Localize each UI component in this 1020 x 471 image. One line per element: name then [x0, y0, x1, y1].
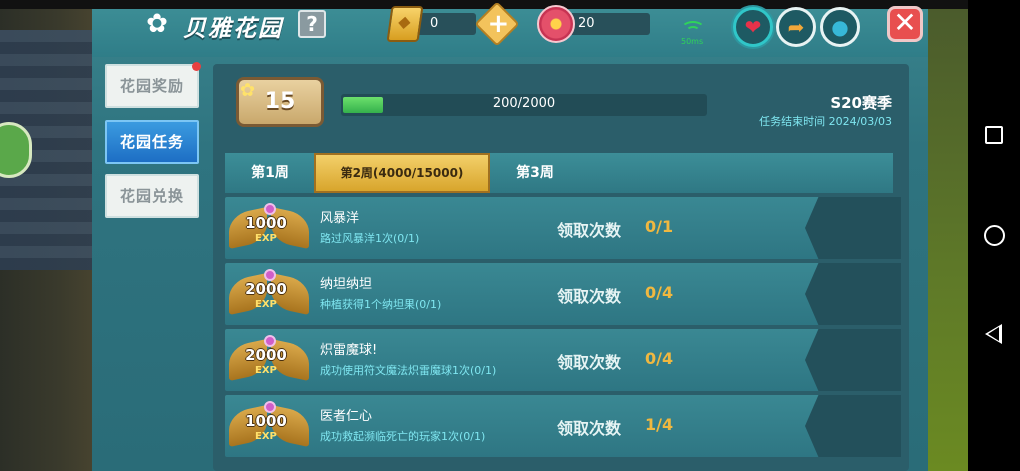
exp-value: 1000 — [245, 214, 287, 232]
ping-label: 50ms — [681, 37, 704, 46]
task-row[interactable]: 2000 EXP 纳坦纳坦 种植获得1个纳坦果(0/1) 领取次数 0/4 — [225, 263, 901, 325]
side-nav-label: 花园任务 — [119, 133, 184, 151]
side-nav-label: 花园奖励 — [119, 77, 184, 95]
week-tabs: 第1周 第2周(4000/15000) 第3周 — [225, 153, 893, 193]
exp-tag: EXP — [255, 299, 277, 310]
claim-label: 领取次数 — [557, 353, 622, 372]
task-desc: 成功使用符文魔法炽雷魔球1次(0/1) — [320, 364, 497, 377]
side-nav-garden-reward[interactable]: 花园奖励 — [105, 62, 201, 108]
claim-count: 1/4 — [645, 415, 674, 434]
exp-tag: EXP — [255, 365, 277, 376]
gem-count: 20 — [578, 16, 595, 31]
flower-icon: ✿ — [240, 80, 256, 101]
page-title: 贝雅花园 — [183, 16, 283, 42]
close-button[interactable]: ✕ — [887, 6, 923, 42]
task-row[interactable]: 2000 EXP 炽雷魔球! 成功使用符文魔法炽雷魔球1次(0/1) 领取次数 … — [225, 329, 901, 391]
heart-button[interactable]: ❤ — [733, 7, 773, 47]
recents-button[interactable] — [985, 126, 1003, 144]
tab-week-1[interactable]: 第1周 — [235, 153, 305, 193]
season-title: S20赛季 — [830, 94, 892, 112]
progress-bar: 200/2000 — [341, 94, 707, 116]
tab-week-2[interactable]: 第2周(4000/15000) — [314, 153, 490, 193]
task-name: 医者仁心 — [320, 409, 373, 424]
gold-count: 0 — [430, 16, 439, 31]
task-name: 风暴洋 — [320, 211, 360, 226]
gold-ticket-icon — [386, 6, 424, 42]
progress-text: 200/2000 — [492, 96, 556, 111]
exp-tag: EXP — [255, 431, 277, 442]
task-row[interactable]: 1000 EXP 医者仁心 成功救起濒临死亡的玩家1次(0/1) 领取次数 1/… — [225, 395, 901, 457]
plus-icon: + — [487, 8, 510, 39]
side-nav-garden-exchange[interactable]: 花园兑换 — [105, 174, 199, 218]
task-desc: 路过风暴洋1次(0/1) — [320, 232, 420, 245]
task-name: 炽雷魔球! — [320, 343, 378, 358]
season-end-time: 任务结束时间 2024/03/03 — [759, 115, 892, 128]
drop-button[interactable]: ● — [820, 7, 860, 47]
claim-label: 领取次数 — [557, 221, 622, 240]
task-row[interactable]: 1000 EXP 风暴洋 路过风暴洋1次(0/1) 领取次数 0/1 — [225, 197, 901, 259]
flower-icon: ✿ — [146, 9, 168, 39]
drop-icon: ● — [831, 15, 849, 39]
side-nav-label: 花园兑换 — [119, 187, 184, 205]
task-desc: 种植获得1个纳坦果(0/1) — [320, 298, 442, 311]
home-button[interactable] — [984, 225, 1005, 246]
exp-value: 2000 — [245, 346, 287, 364]
claim-label: 领取次数 — [557, 287, 622, 306]
flower-gem-icon — [537, 5, 575, 43]
exp-tag: EXP — [255, 233, 277, 244]
status-bar — [0, 0, 968, 9]
close-icon: ✕ — [893, 6, 917, 39]
wifi-icon — [681, 21, 705, 37]
heart-icon: ❤ — [744, 15, 762, 39]
task-name: 纳坦纳坦 — [320, 277, 373, 292]
claim-label: 领取次数 — [557, 419, 622, 438]
side-nav-garden-task[interactable]: 花园任务 — [105, 120, 199, 164]
back-button[interactable] — [985, 324, 1002, 344]
scene-left — [0, 0, 100, 471]
claim-count: 0/4 — [645, 283, 674, 302]
help-button[interactable]: ? — [298, 10, 326, 38]
arrow-icon: ➦ — [787, 15, 805, 39]
task-desc: 成功救起濒临死亡的玩家1次(0/1) — [320, 430, 486, 443]
exp-value: 2000 — [245, 280, 287, 298]
tab-week-3[interactable]: 第3周 — [500, 153, 570, 193]
exp-value: 1000 — [245, 412, 287, 430]
scene-right — [928, 0, 968, 471]
share-button[interactable]: ➦ — [776, 7, 816, 47]
claim-count: 0/1 — [645, 217, 674, 236]
claim-count: 0/4 — [645, 349, 674, 368]
notification-dot — [192, 62, 201, 71]
